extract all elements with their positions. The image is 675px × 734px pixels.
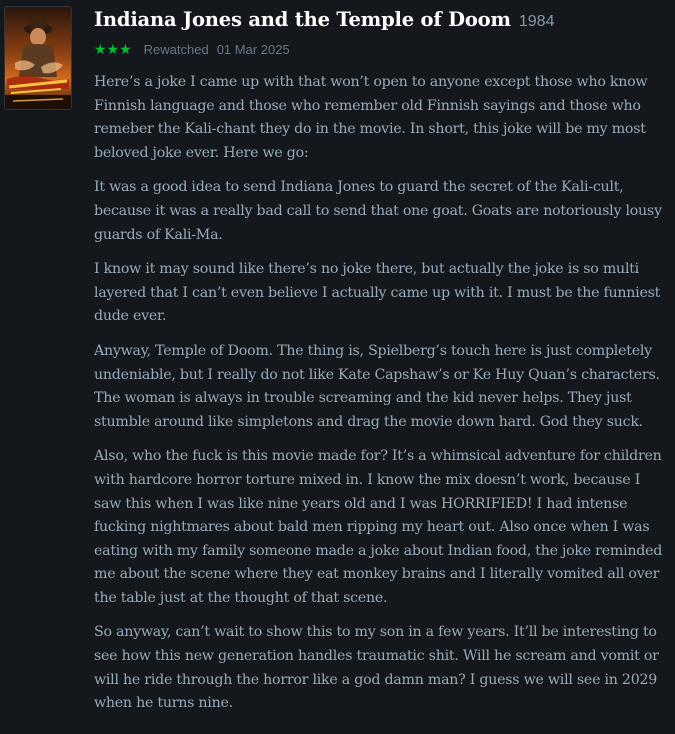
film-year-link[interactable]: 1984 — [519, 13, 555, 31]
star-rating-icon: ★★★ — [94, 41, 132, 57]
film-title-link[interactable]: Indiana Jones and the Temple of Doom — [94, 8, 511, 31]
review-content: Indiana Jones and the Temple of Doom 198… — [94, 8, 664, 727]
rewatch-label: Rewatched — [143, 42, 209, 57]
review-paragraph: Also, who the fuck is this movie made fo… — [94, 448, 663, 606]
movie-poster[interactable] — [4, 6, 72, 110]
review-paragraph: Here’s a joke I came up with that won’t … — [94, 74, 648, 161]
poster-art-icon — [5, 7, 71, 109]
review-entry: Indiana Jones and the Temple of Doom 198… — [0, 0, 675, 734]
title-row: Indiana Jones and the Temple of Doom 198… — [94, 8, 664, 31]
review-meta: ★★★ Rewatched 01 Mar 2025 — [94, 41, 664, 58]
watched-date[interactable]: 01 Mar 2025 — [217, 42, 290, 57]
review-body: Here’s a joke I came up with that won’t … — [94, 71, 664, 716]
review-paragraph: I know it may sound like there’s no joke… — [94, 261, 661, 325]
review-paragraph: It was a good idea to send Indiana Jones… — [94, 179, 662, 243]
review-paragraph: So anyway, can’t wait to show this to my… — [94, 624, 659, 712]
review-paragraph: Anyway, Temple of Doom. The thing is, Sp… — [94, 342, 660, 430]
